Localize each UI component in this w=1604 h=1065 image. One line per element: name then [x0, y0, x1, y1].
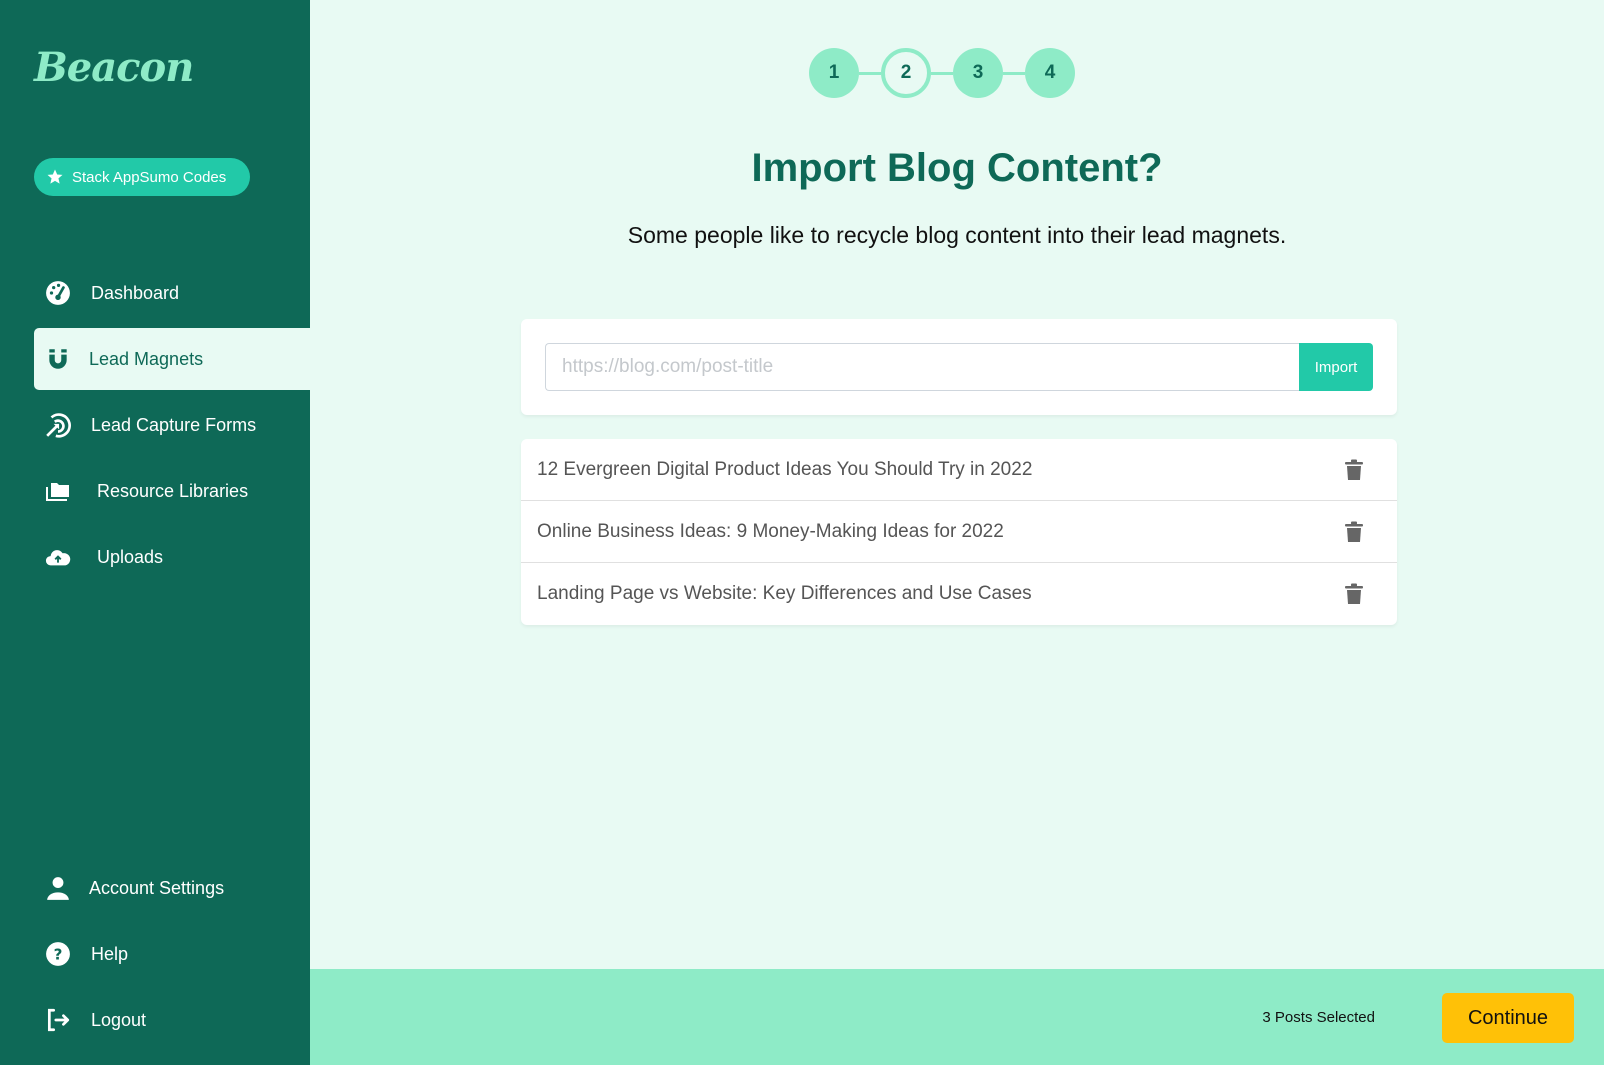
- trash-icon[interactable]: [1345, 583, 1363, 605]
- appsumo-button-label: Stack AppSumo Codes: [72, 168, 227, 186]
- sidebar-item-label: Account Settings: [89, 877, 225, 898]
- sidebar-item-label: Dashboard: [91, 282, 180, 303]
- sidebar-item-lead-capture-forms[interactable]: Lead Capture Forms: [34, 394, 310, 456]
- progress-stepper: 1 2 3 4: [809, 48, 1075, 98]
- sidebar-item-resource-libraries[interactable]: Resource Libraries: [34, 460, 310, 522]
- step-connector: [931, 71, 953, 75]
- magnet-icon: [45, 346, 71, 372]
- target-arrow-icon: [45, 412, 71, 438]
- sidebar-item-lead-magnets[interactable]: Lead Magnets: [34, 328, 310, 390]
- sidebar-item-label: Lead Capture Forms: [91, 414, 257, 435]
- footer-bar: 3 Posts Selected Continue: [310, 969, 1604, 1065]
- trash-icon[interactable]: [1345, 521, 1363, 543]
- step-connector: [1003, 71, 1025, 75]
- star-icon: [47, 169, 63, 184]
- list-item: 12 Evergreen Digital Product Ideas You S…: [521, 439, 1397, 501]
- step-2-current[interactable]: 2: [881, 48, 931, 98]
- page-title: Import Blog Content?: [751, 146, 1163, 190]
- imported-posts-list: 12 Evergreen Digital Product Ideas You S…: [521, 439, 1397, 625]
- import-card: Import: [521, 319, 1397, 415]
- dashboard-gauge-icon: [45, 280, 71, 306]
- sidebar-item-label: Lead Magnets: [89, 348, 204, 369]
- user-icon: [45, 875, 71, 901]
- svg-text:?: ?: [54, 945, 63, 963]
- beacon-logo[interactable]: Beacon: [34, 44, 194, 91]
- sidebar: Beacon Stack AppSumo Codes Dashboard Lea…: [0, 0, 310, 1065]
- import-button[interactable]: Import: [1299, 343, 1373, 391]
- list-item: Landing Page vs Website: Key Differences…: [521, 563, 1397, 625]
- step-4[interactable]: 4: [1025, 48, 1075, 98]
- post-title: 12 Evergreen Digital Product Ideas You S…: [537, 458, 1033, 480]
- sidebar-item-label: Resource Libraries: [97, 480, 249, 501]
- stack-appsumo-codes-button[interactable]: Stack AppSumo Codes: [34, 158, 250, 196]
- list-item: Online Business Ideas: 9 Money-Making Id…: [521, 501, 1397, 563]
- logout-icon: [45, 1007, 71, 1033]
- sidebar-item-label: Uploads: [97, 546, 164, 567]
- page-subtitle: Some people like to recycle blog content…: [627, 222, 1287, 248]
- sidebar-item-dashboard[interactable]: Dashboard: [34, 262, 310, 324]
- sidebar-item-label: Logout: [91, 1009, 147, 1030]
- step-1[interactable]: 1: [809, 48, 859, 98]
- step-connector: [859, 71, 881, 75]
- trash-icon[interactable]: [1345, 459, 1363, 481]
- sidebar-item-account-settings[interactable]: Account Settings: [34, 857, 310, 919]
- folder-icon: [45, 478, 71, 504]
- continue-button[interactable]: Continue: [1442, 993, 1574, 1043]
- sidebar-item-help[interactable]: ? Help: [34, 923, 310, 985]
- posts-selected-count: 3 Posts Selected: [1262, 1009, 1375, 1026]
- blog-url-input[interactable]: [545, 343, 1299, 391]
- step-3[interactable]: 3: [953, 48, 1003, 98]
- help-icon: ?: [45, 941, 71, 967]
- sidebar-item-label: Help: [91, 943, 129, 964]
- post-title: Online Business Ideas: 9 Money-Making Id…: [537, 520, 1004, 542]
- post-title: Landing Page vs Website: Key Differences…: [537, 583, 1032, 604]
- cloud-upload-icon: [45, 544, 71, 570]
- sidebar-item-logout[interactable]: Logout: [34, 989, 310, 1051]
- sidebar-item-uploads[interactable]: Uploads: [34, 526, 310, 588]
